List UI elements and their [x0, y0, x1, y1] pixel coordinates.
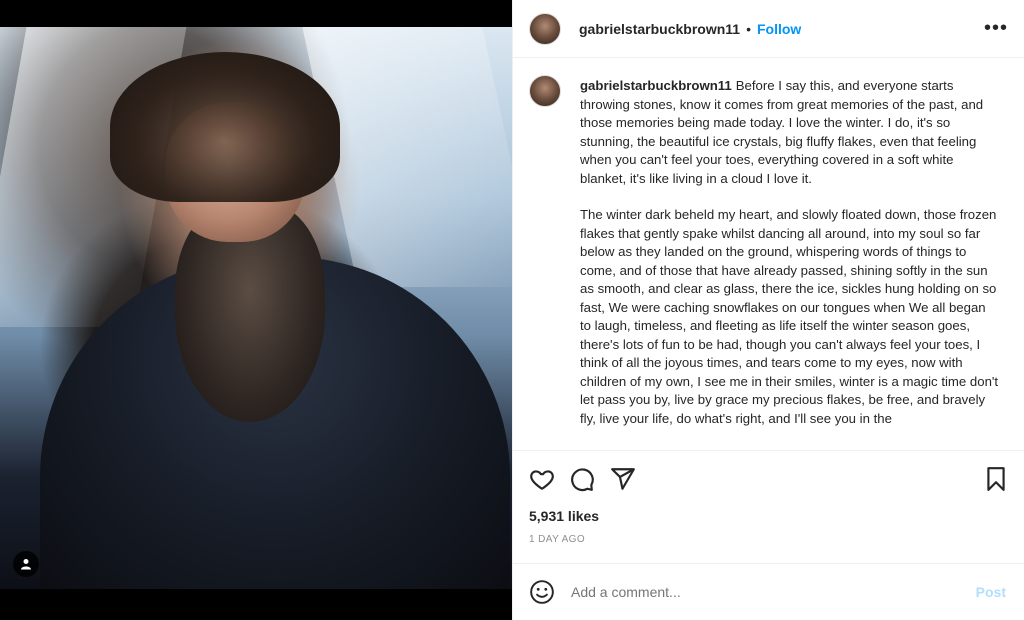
caption-avatar[interactable]: [529, 75, 561, 107]
post-header: gabrielstarbuckbrown11 • Follow •••: [513, 0, 1024, 58]
bookmark-icon[interactable]: [983, 466, 1009, 492]
separator-dot: •: [746, 20, 751, 37]
post-timestamp[interactable]: 1 DAY AGO: [529, 534, 585, 545]
caption-text: Before I say this, and everyone starts t…: [580, 78, 984, 186]
post-photo[interactable]: [0, 27, 512, 589]
caption-area: gabrielstarbuckbrown11 Before I say this,…: [513, 59, 1024, 451]
avatar[interactable]: [529, 12, 561, 45]
post-panel: gabrielstarbuckbrown11 • Follow ••• gabr…: [512, 0, 1024, 620]
caption-username[interactable]: gabrielstarbuckbrown11: [580, 78, 732, 93]
hair: [110, 52, 340, 202]
heart-icon[interactable]: [529, 466, 555, 492]
comment-bar: Post: [513, 563, 1024, 620]
comment-icon[interactable]: [569, 466, 595, 492]
caption-paragraph: The winter dark beheld my heart, and slo…: [580, 207, 999, 426]
action-bar: [513, 452, 1024, 508]
more-horizontal-icon[interactable]: •••: [984, 18, 1008, 38]
person-icon[interactable]: [13, 551, 39, 577]
paper-plane-icon[interactable]: [610, 466, 636, 492]
caption-paragraph: gabrielstarbuckbrown11 Before I say this,…: [580, 77, 1000, 188]
comment-input[interactable]: [571, 584, 976, 600]
post-comment-button[interactable]: Post: [976, 584, 1006, 600]
username[interactable]: gabrielstarbuckbrown11: [579, 21, 740, 37]
caption: gabrielstarbuckbrown11 Before I say this,…: [580, 77, 1000, 428]
follow-button[interactable]: Follow: [757, 21, 801, 37]
post-media: [0, 0, 512, 620]
smiley-icon[interactable]: [529, 579, 555, 605]
like-count[interactable]: 5,931 likes: [529, 508, 599, 524]
